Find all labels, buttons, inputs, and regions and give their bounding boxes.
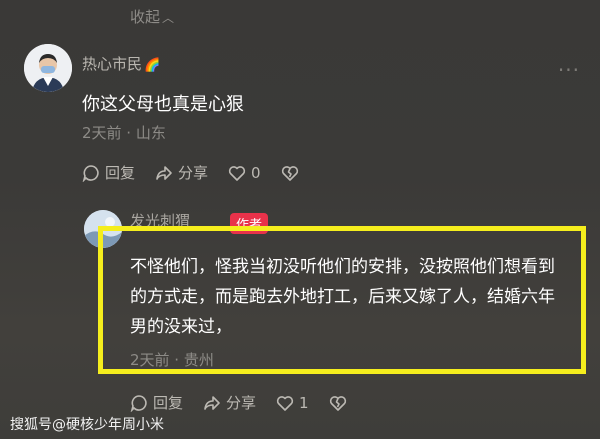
reply-meta: 2天前 · 贵州 bbox=[130, 351, 214, 369]
heart-icon bbox=[276, 395, 294, 411]
reply-label: 回复 bbox=[105, 164, 136, 182]
like-count: 0 bbox=[251, 163, 261, 182]
comment-meta: 2天前 · 山东 bbox=[82, 124, 166, 142]
rainbow-badge-icon: 🌈 bbox=[144, 58, 161, 73]
heart-icon bbox=[228, 165, 246, 181]
share-label: 分享 bbox=[226, 394, 257, 412]
broken-heart-icon bbox=[329, 395, 346, 411]
like-count: 1 bbox=[299, 393, 309, 412]
share-arrow-icon bbox=[156, 165, 172, 180]
collapse-label: 收起 bbox=[130, 8, 161, 26]
watermark: 搜狐号@硬核少年周小米 bbox=[10, 417, 164, 433]
avatar[interactable] bbox=[24, 44, 72, 92]
broken-heart-icon bbox=[281, 165, 298, 181]
share-label: 分享 bbox=[178, 164, 209, 182]
comment-text: 你这父母也真是心狠 bbox=[82, 94, 244, 115]
reply-bubble-icon bbox=[82, 164, 99, 182]
more-options-icon[interactable]: ··· bbox=[558, 58, 580, 82]
comment-username-label: 热心市民 bbox=[82, 55, 143, 73]
reply-bubble-icon bbox=[130, 394, 147, 412]
reply-reply-button[interactable]: 回复 bbox=[130, 392, 183, 413]
reply-share-button[interactable]: 分享 bbox=[203, 392, 256, 413]
reply-actions: 回复 分享 1 bbox=[130, 392, 372, 413]
share-arrow-icon bbox=[204, 395, 220, 410]
reply-label: 回复 bbox=[153, 394, 184, 412]
reply-like-button[interactable]: 1 bbox=[276, 394, 309, 412]
reply-dislike-button[interactable] bbox=[329, 394, 352, 412]
dislike-button[interactable] bbox=[281, 164, 304, 182]
like-button[interactable]: 0 bbox=[228, 164, 261, 182]
reply-text: 不怪他们，怪我当初没听他们的安排，没按照他们想看到的方式走，而是跑去外地打工，后… bbox=[130, 257, 555, 337]
share-button[interactable]: 分享 bbox=[155, 162, 208, 183]
collapse-link[interactable]: 收起 ︿ bbox=[130, 6, 174, 27]
chevron-up-icon: ︿ bbox=[162, 11, 175, 25]
comment-actions: 回复 分享 0 bbox=[82, 162, 324, 183]
comment-username[interactable]: 热心市民 🌈 bbox=[82, 53, 160, 74]
reply-button[interactable]: 回复 bbox=[82, 162, 135, 183]
